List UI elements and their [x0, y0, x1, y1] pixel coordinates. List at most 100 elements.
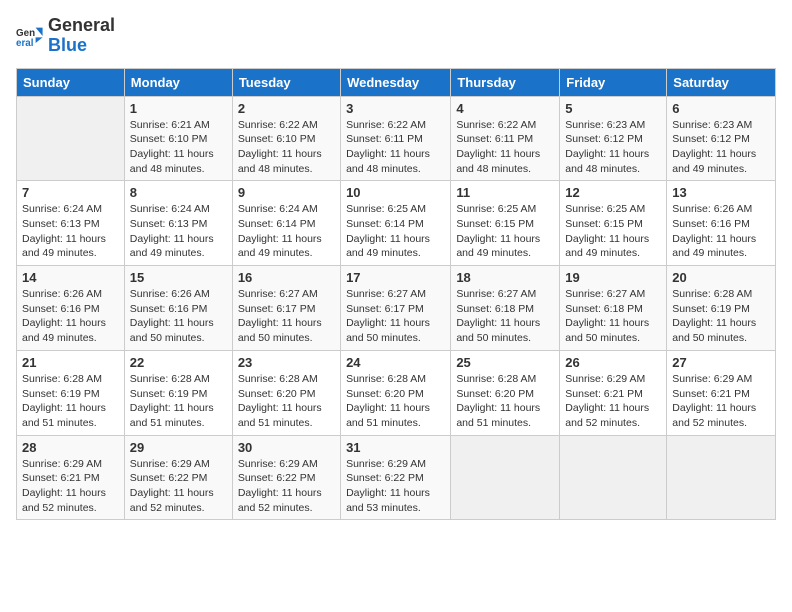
day-info: Sunrise: 6:21 AM Sunset: 6:10 PM Dayligh…	[130, 118, 227, 177]
day-info: Sunrise: 6:25 AM Sunset: 6:15 PM Dayligh…	[456, 202, 554, 261]
day-info: Sunrise: 6:26 AM Sunset: 6:16 PM Dayligh…	[672, 202, 770, 261]
header-tuesday: Tuesday	[232, 68, 340, 96]
calendar-table: SundayMondayTuesdayWednesdayThursdayFrid…	[16, 68, 776, 521]
calendar-cell	[17, 96, 125, 181]
day-info: Sunrise: 6:27 AM Sunset: 6:17 PM Dayligh…	[238, 287, 335, 346]
day-info: Sunrise: 6:28 AM Sunset: 6:20 PM Dayligh…	[346, 372, 445, 431]
calendar-cell: 6Sunrise: 6:23 AM Sunset: 6:12 PM Daylig…	[667, 96, 776, 181]
day-info: Sunrise: 6:28 AM Sunset: 6:19 PM Dayligh…	[130, 372, 227, 431]
calendar-cell: 25 Sunrise: 6:28 AM Sunset: 6:20 PM Dayli…	[451, 350, 560, 435]
header-saturday: Saturday	[667, 68, 776, 96]
header-friday: Friday	[560, 68, 667, 96]
calendar-header-row: SundayMondayTuesdayWednesdayThursdayFrid…	[17, 68, 776, 96]
header-wednesday: Wednesday	[341, 68, 451, 96]
calendar-cell: 9Sunrise: 6:24 AM Sunset: 6:14 PM Daylig…	[232, 181, 340, 266]
header-sunday: Sunday	[17, 68, 125, 96]
day-info: Sunrise: 6:28 AM Sunset: 6:20 PM Dayligh…	[456, 372, 554, 431]
day-number: 3	[346, 101, 445, 116]
day-info: Sunrise: 6:26 AM Sunset: 6:16 PM Dayligh…	[130, 287, 227, 346]
day-number: 10	[346, 185, 445, 200]
day-info: Sunrise: 6:28 AM Sunset: 6:20 PM Dayligh…	[238, 372, 335, 431]
calendar-cell: 29 Sunrise: 6:29 AM Sunset: 6:22 PM Dayli…	[124, 435, 232, 520]
day-number: 1	[130, 101, 227, 116]
day-number: 28	[22, 440, 119, 455]
day-info: Sunrise: 6:24 AM Sunset: 6:13 PM Dayligh…	[22, 202, 119, 261]
logo: Gen eral General Blue	[16, 16, 115, 56]
day-info: Sunrise: 6:24 AM Sunset: 6:13 PM Dayligh…	[130, 202, 227, 261]
day-number: 19	[565, 270, 661, 285]
day-info: Sunrise: 6:23 AM Sunset: 6:12 PM Dayligh…	[565, 118, 661, 177]
day-number: 11	[456, 185, 554, 200]
calendar-cell: 11 Sunrise: 6:25 AM Sunset: 6:15 PM Dayli…	[451, 181, 560, 266]
calendar-cell: 23 Sunrise: 6:28 AM Sunset: 6:20 PM Dayli…	[232, 350, 340, 435]
day-number: 16	[238, 270, 335, 285]
calendar-cell: 16 Sunrise: 6:27 AM Sunset: 6:17 PM Dayli…	[232, 266, 340, 351]
calendar-cell: 13 Sunrise: 6:26 AM Sunset: 6:16 PM Dayli…	[667, 181, 776, 266]
day-number: 13	[672, 185, 770, 200]
day-number: 17	[346, 270, 445, 285]
day-number: 24	[346, 355, 445, 370]
calendar-cell: 12 Sunrise: 6:25 AM Sunset: 6:15 PM Dayli…	[560, 181, 667, 266]
day-info: Sunrise: 6:27 AM Sunset: 6:18 PM Dayligh…	[456, 287, 554, 346]
calendar-cell: 4 Sunrise: 6:22 AM Sunset: 6:11 PM Daylig…	[451, 96, 560, 181]
day-info: Sunrise: 6:29 AM Sunset: 6:22 PM Dayligh…	[238, 457, 335, 516]
calendar-cell: 30 Sunrise: 6:29 AM Sunset: 6:22 PM Dayli…	[232, 435, 340, 520]
day-info: Sunrise: 6:29 AM Sunset: 6:22 PM Dayligh…	[130, 457, 227, 516]
calendar-cell: 8 Sunrise: 6:24 AM Sunset: 6:13 PM Daylig…	[124, 181, 232, 266]
day-number: 27	[672, 355, 770, 370]
calendar-cell: 19 Sunrise: 6:27 AM Sunset: 6:18 PM Dayli…	[560, 266, 667, 351]
day-number: 25	[456, 355, 554, 370]
calendar-week-row: 28 Sunrise: 6:29 AM Sunset: 6:21 PM Dayli…	[17, 435, 776, 520]
calendar-week-row: 1 Sunrise: 6:21 AM Sunset: 6:10 PM Daylig…	[17, 96, 776, 181]
day-number: 20	[672, 270, 770, 285]
day-number: 15	[130, 270, 227, 285]
day-info: Sunrise: 6:29 AM Sunset: 6:21 PM Dayligh…	[22, 457, 119, 516]
calendar-cell: 26Sunrise: 6:29 AM Sunset: 6:21 PM Dayli…	[560, 350, 667, 435]
day-info: Sunrise: 6:29 AM Sunset: 6:21 PM Dayligh…	[672, 372, 770, 431]
day-info: Sunrise: 6:28 AM Sunset: 6:19 PM Dayligh…	[22, 372, 119, 431]
calendar-cell	[451, 435, 560, 520]
day-number: 23	[238, 355, 335, 370]
calendar-cell: 14 Sunrise: 6:26 AM Sunset: 6:16 PM Dayli…	[17, 266, 125, 351]
calendar-week-row: 14 Sunrise: 6:26 AM Sunset: 6:16 PM Dayli…	[17, 266, 776, 351]
calendar-cell: 20 Sunrise: 6:28 AM Sunset: 6:19 PM Dayli…	[667, 266, 776, 351]
day-number: 22	[130, 355, 227, 370]
day-number: 2	[238, 101, 335, 116]
header-monday: Monday	[124, 68, 232, 96]
calendar-cell: 27 Sunrise: 6:29 AM Sunset: 6:21 PM Dayli…	[667, 350, 776, 435]
day-number: 5	[565, 101, 661, 116]
calendar-cell: 24 Sunrise: 6:28 AM Sunset: 6:20 PM Dayli…	[341, 350, 451, 435]
calendar-cell: 15 Sunrise: 6:26 AM Sunset: 6:16 PM Dayli…	[124, 266, 232, 351]
calendar-cell: 31Sunrise: 6:29 AM Sunset: 6:22 PM Dayli…	[341, 435, 451, 520]
day-number: 18	[456, 270, 554, 285]
day-number: 21	[22, 355, 119, 370]
day-info: Sunrise: 6:23 AM Sunset: 6:12 PM Dayligh…	[672, 118, 770, 177]
calendar-cell: 5 Sunrise: 6:23 AM Sunset: 6:12 PM Daylig…	[560, 96, 667, 181]
calendar-cell	[667, 435, 776, 520]
day-number: 12	[565, 185, 661, 200]
calendar-cell: 18 Sunrise: 6:27 AM Sunset: 6:18 PM Dayli…	[451, 266, 560, 351]
day-number: 8	[130, 185, 227, 200]
calendar-cell: 3Sunrise: 6:22 AM Sunset: 6:11 PM Daylig…	[341, 96, 451, 181]
day-info: Sunrise: 6:29 AM Sunset: 6:21 PM Dayligh…	[565, 372, 661, 431]
day-info: Sunrise: 6:24 AM Sunset: 6:14 PM Dayligh…	[238, 202, 335, 261]
day-number: 4	[456, 101, 554, 116]
day-info: Sunrise: 6:28 AM Sunset: 6:19 PM Dayligh…	[672, 287, 770, 346]
calendar-week-row: 21 Sunrise: 6:28 AM Sunset: 6:19 PM Dayli…	[17, 350, 776, 435]
day-number: 14	[22, 270, 119, 285]
calendar-cell: 28 Sunrise: 6:29 AM Sunset: 6:21 PM Dayli…	[17, 435, 125, 520]
day-info: Sunrise: 6:22 AM Sunset: 6:11 PM Dayligh…	[456, 118, 554, 177]
logo-text: General Blue	[48, 16, 115, 56]
calendar-week-row: 7 Sunrise: 6:24 AM Sunset: 6:13 PM Daylig…	[17, 181, 776, 266]
day-number: 29	[130, 440, 227, 455]
day-info: Sunrise: 6:27 AM Sunset: 6:18 PM Dayligh…	[565, 287, 661, 346]
calendar-cell: 1 Sunrise: 6:21 AM Sunset: 6:10 PM Daylig…	[124, 96, 232, 181]
calendar-cell: 21 Sunrise: 6:28 AM Sunset: 6:19 PM Dayli…	[17, 350, 125, 435]
calendar-cell: 2Sunrise: 6:22 AM Sunset: 6:10 PM Daylig…	[232, 96, 340, 181]
day-info: Sunrise: 6:25 AM Sunset: 6:15 PM Dayligh…	[565, 202, 661, 261]
day-info: Sunrise: 6:26 AM Sunset: 6:16 PM Dayligh…	[22, 287, 119, 346]
day-number: 30	[238, 440, 335, 455]
calendar-cell: 17Sunrise: 6:27 AM Sunset: 6:17 PM Dayli…	[341, 266, 451, 351]
logo-icon: Gen eral	[16, 22, 44, 50]
day-number: 7	[22, 185, 119, 200]
